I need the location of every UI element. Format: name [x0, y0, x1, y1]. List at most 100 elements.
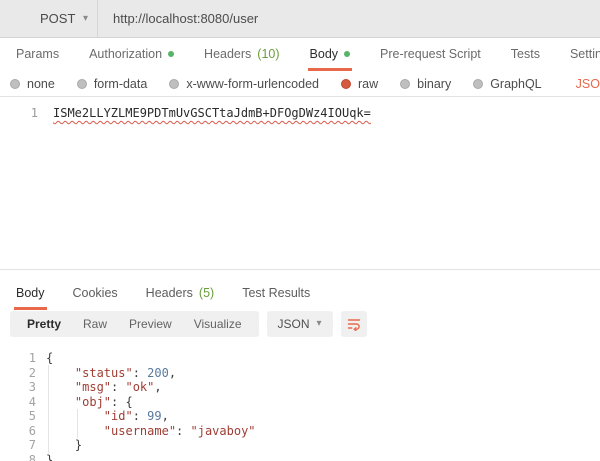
line-number: 1: [0, 106, 38, 121]
headers-count: (10): [257, 47, 279, 61]
radio-icon: [77, 79, 87, 89]
code-line: 7 }: [0, 438, 600, 453]
indent-guide: [48, 365, 49, 453]
tab-label: Body: [310, 47, 339, 61]
response-tab-headers[interactable]: Headers (5): [144, 281, 217, 310]
radio-form-data[interactable]: form-data: [77, 77, 148, 91]
code-token: "javaboy": [191, 424, 256, 438]
radio-selected-icon: [341, 79, 351, 89]
url-bar: POST ▾ http://localhost:8080/user: [0, 0, 600, 38]
green-dot-icon: [344, 51, 350, 57]
code-token: {: [46, 351, 53, 365]
response-toolbar: Pretty Raw Preview Visualize JSON ▾: [10, 311, 367, 337]
wrap-text-button[interactable]: [341, 311, 367, 337]
radio-label: raw: [358, 77, 378, 91]
url-input[interactable]: http://localhost:8080/user: [98, 0, 600, 37]
tab-label: Test Results: [242, 286, 310, 300]
line-number: 5: [0, 409, 36, 424]
code-token: "ok": [125, 380, 154, 394]
code-token: }: [46, 453, 53, 461]
tab-label: Headers: [146, 286, 193, 300]
code-token: 99: [147, 409, 161, 423]
indent-guide: [77, 409, 78, 438]
body-type-row: none form-data x-www-form-urlencoded raw…: [0, 70, 600, 97]
code-line: 4 "obj": {: [0, 395, 600, 410]
code-token: "username": [104, 424, 176, 438]
radio-label: x-www-form-urlencoded: [186, 77, 319, 91]
view-mode-preview[interactable]: Preview: [118, 317, 183, 331]
tab-pre-request-script[interactable]: Pre-request Script: [378, 42, 483, 71]
response-format-select[interactable]: JSON ▾: [267, 311, 333, 337]
view-mode-pretty[interactable]: Pretty: [16, 317, 72, 331]
line-number: 7: [0, 438, 36, 453]
tab-label: Body: [16, 286, 45, 300]
code-line: 3 "msg": "ok",: [0, 380, 600, 395]
tab-label: Settings: [570, 47, 600, 61]
radio-label: form-data: [94, 77, 148, 91]
radio-icon: [169, 79, 179, 89]
tab-body[interactable]: Body: [308, 42, 353, 71]
request-body-editor[interactable]: 1 ISMe2LLYZLME9PDTmUvGSCTtaJdmB+DFOgDWz4…: [0, 97, 600, 270]
radio-icon: [10, 79, 20, 89]
tab-headers[interactable]: Headers (10): [202, 42, 281, 71]
line-number: 8: [0, 453, 36, 461]
code-token: }: [75, 438, 82, 452]
code-line: 5 "id": 99,: [0, 409, 600, 424]
tab-params[interactable]: Params: [14, 42, 61, 71]
radio-none[interactable]: none: [10, 77, 55, 91]
editor-line: 1 ISMe2LLYZLME9PDTmUvGSCTtaJdmB+DFOgDWz4…: [0, 106, 600, 121]
radio-raw[interactable]: raw: [341, 77, 378, 91]
request-tabs: Params Authorization Headers (10) Body P…: [0, 42, 600, 71]
tab-settings[interactable]: Settings: [568, 42, 600, 71]
editor-text: ISMe2LLYZLME9PDTmUvGSCTtaJdmB+DFOgDWz4IO…: [53, 106, 371, 121]
response-format-label: JSON: [278, 317, 310, 331]
raw-format-label: JSON: [576, 77, 600, 91]
code-line: 2 "status": 200,: [0, 366, 600, 381]
tab-label: Cookies: [73, 286, 118, 300]
view-mode-raw[interactable]: Raw: [72, 317, 118, 331]
line-number: 4: [0, 395, 36, 410]
postman-request-view: POST ▾ http://localhost:8080/user Params…: [0, 0, 600, 461]
tab-label: Tests: [511, 47, 540, 61]
code-line: 1 {: [0, 351, 600, 366]
method-select[interactable]: POST ▾: [0, 0, 98, 37]
line-number: 1: [0, 351, 36, 366]
code-token: "msg": [75, 380, 111, 394]
code-line: 6 "username": "javaboy": [0, 424, 600, 439]
method-label: POST: [40, 11, 75, 26]
chevron-down-icon: ▾: [83, 14, 88, 24]
radio-label: none: [27, 77, 55, 91]
radio-graphql[interactable]: GraphQL: [473, 77, 541, 91]
radio-x-www-form-urlencoded[interactable]: x-www-form-urlencoded: [169, 77, 319, 91]
line-number: 3: [0, 380, 36, 395]
response-body-viewer[interactable]: 1 { 2 "status": 200, 3 "msg": "ok", 4 "o…: [0, 345, 600, 461]
radio-icon: [400, 79, 410, 89]
tab-authorization[interactable]: Authorization: [87, 42, 176, 71]
code-line: 8 }: [0, 453, 600, 461]
url-text: http://localhost:8080/user: [113, 11, 258, 26]
response-tab-cookies[interactable]: Cookies: [71, 281, 120, 310]
tab-label: Params: [16, 47, 59, 61]
response-tab-test-results[interactable]: Test Results: [240, 281, 312, 310]
green-dot-icon: [168, 51, 174, 57]
line-number: 2: [0, 366, 36, 381]
response-tabs: Body Cookies Headers (5) Test Results: [0, 281, 600, 310]
code-token: "status": [75, 366, 133, 380]
tab-label: Pre-request Script: [380, 47, 481, 61]
code-token: "id": [104, 409, 133, 423]
radio-label: binary: [417, 77, 451, 91]
radio-binary[interactable]: binary: [400, 77, 451, 91]
raw-format-select[interactable]: JSON ▾: [576, 77, 600, 91]
code-token: "obj": [75, 395, 111, 409]
view-mode-visualize[interactable]: Visualize: [183, 317, 253, 331]
radio-label: GraphQL: [490, 77, 541, 91]
wrap-text-icon: [347, 317, 361, 331]
view-mode-group: Pretty Raw Preview Visualize: [10, 311, 259, 337]
line-number: 6: [0, 424, 36, 439]
tab-label: Authorization: [89, 47, 162, 61]
code-token: 200: [147, 366, 169, 380]
headers-count: (5): [199, 286, 214, 300]
tab-label: Headers: [204, 47, 251, 61]
response-tab-body[interactable]: Body: [14, 281, 47, 310]
tab-tests[interactable]: Tests: [509, 42, 542, 71]
